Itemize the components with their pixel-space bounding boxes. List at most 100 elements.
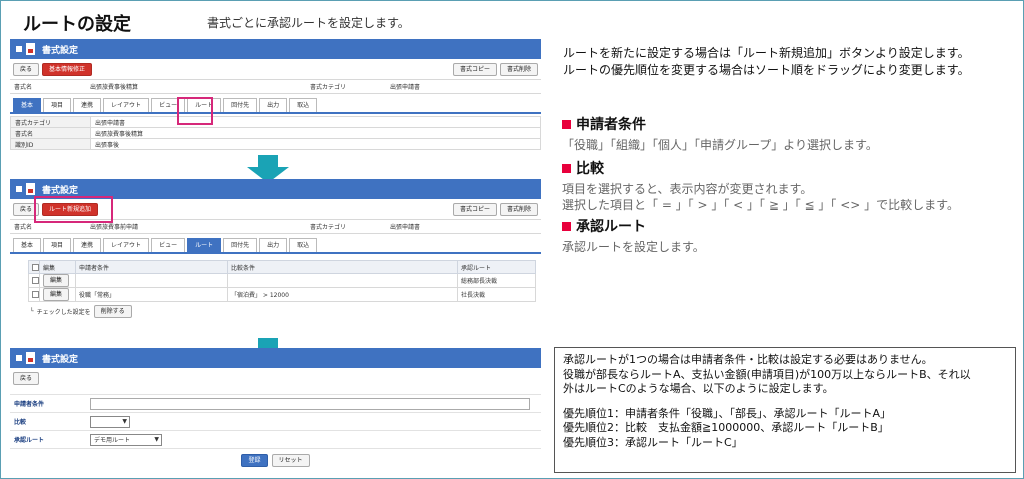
row-checkbox[interactable]: [32, 277, 39, 284]
section-text: 選択した項目と「 = 」「 > 」「 < 」「 ≧ 」「 ≦ 」「 <> 」で比…: [562, 198, 959, 212]
form-actions: 登録 リセット: [10, 454, 541, 467]
table-row[interactable]: 編集 役職「常務」 「宿泊費」 > 12000 社長決裁: [28, 287, 536, 302]
route-form-panel: 書式設定 戻る 申請者条件 比較 ▼ 承認ルート デモ用ルート ▼ 登録 リセット: [10, 348, 541, 472]
tab-output[interactable]: 出力: [259, 238, 288, 252]
note-box: 承認ルートが1つの場合は申請者条件・比較は設定する必要はありません。 役職が部長…: [554, 347, 1016, 473]
add-route-highlight: [34, 196, 113, 223]
tab-import[interactable]: 取込: [289, 98, 318, 112]
panel-header: 書式設定: [10, 39, 541, 59]
table-header-row: 編集 申請者条件 比較条件 承認ルート: [28, 260, 536, 274]
compare-select[interactable]: ▼: [90, 415, 130, 428]
tab-bar: 基本 項目 連携 レイアウト ビュー ルート 回付先 出力 取込: [10, 237, 541, 254]
square-icon: [16, 46, 22, 52]
category-label: 書式カテゴリ: [310, 224, 347, 231]
panel-header-title: 書式設定: [42, 354, 79, 365]
note-line: 承認ルートが1つの場合は申請者条件・比較は設定する必要はありません。: [563, 353, 933, 366]
format-settings-panel-1: 書式設定 戻る 基本情報修正 書式コピー 書式削除 書式名 出張旅費事後精算 書…: [10, 39, 541, 165]
route-form: 申請者条件 比較 ▼ 承認ルート デモ用ルート ▼ 登録 リセット: [10, 394, 541, 467]
document-icon: [26, 183, 35, 195]
tab-bar: 基本 項目 連携 レイアウト ビュー ルート 回付先 出力 取込: [10, 97, 541, 114]
document-icon: [26, 352, 35, 364]
note-line: 外はルートCのような場合、以下のように設定します。: [563, 382, 834, 395]
row-checkbox[interactable]: [32, 291, 39, 298]
section-title: 申請者条件: [576, 117, 646, 133]
intro-text: ルートを新たに設定する場合は「ルート新規追加」ボタンより設定します。 ルートの優…: [563, 45, 1013, 79]
bulk-action-row: └ チェックした設定を 削除する: [30, 305, 541, 318]
toolbar: 戻る 基本情報修正 書式コピー 書式削除: [10, 59, 541, 79]
table-row[interactable]: 編集 総務部長決裁: [28, 273, 536, 288]
intro-line: ルートを新たに設定する場合は「ルート新規追加」ボタンより設定します。: [563, 46, 970, 60]
column-header-compare: 比較条件: [227, 260, 458, 274]
reset-button[interactable]: リセット: [271, 454, 310, 467]
column-header-edit: 編集: [39, 260, 76, 274]
panel-header-title: 書式設定: [42, 45, 79, 56]
compare-row: 比較 ▼: [10, 413, 541, 431]
section-heading-compare: 比較: [562, 158, 1012, 178]
edit-row-button[interactable]: 編集: [43, 288, 70, 301]
category-value: 出張申請書: [390, 224, 421, 231]
format-name-label: 書式名: [14, 224, 33, 231]
square-icon: [16, 186, 22, 192]
back-button[interactable]: 戻る: [13, 371, 40, 385]
copy-format-button[interactable]: 書式コピー: [452, 202, 497, 216]
back-button[interactable]: 戻る: [13, 62, 40, 76]
explanation-sections: 申請者条件 「役職」「組織」「個人」「申請グループ」より選択します。 比較 項目…: [562, 114, 1012, 255]
tab-forward[interactable]: 回付先: [223, 98, 258, 112]
tab-link[interactable]: 連携: [73, 238, 102, 252]
applicant-condition-input[interactable]: [90, 397, 530, 410]
applicant-condition-row: 申請者条件: [10, 395, 541, 413]
register-button[interactable]: 登録: [241, 454, 268, 467]
section-heading-route: 承認ルート: [562, 216, 1012, 236]
applicant-cell: [75, 273, 228, 288]
delete-format-button[interactable]: 書式削除: [499, 62, 538, 76]
table-row: 書式名 出張旅費事後精算: [10, 127, 541, 139]
table-row: 識別ID 出張事後: [10, 138, 541, 150]
intro-line: ルートの優先順位を変更する場合はソート順をドラッグにより変更します。: [563, 63, 970, 77]
tab-basic[interactable]: 基本: [13, 98, 42, 112]
tab-route[interactable]: ルート: [187, 238, 222, 252]
tab-items[interactable]: 項目: [43, 98, 72, 112]
note-line: 役職が部長ならルートA、支払い金額(申請項目)が100万以上ならルートB、それ以: [563, 367, 971, 381]
category-label: 書式カテゴリ: [310, 84, 347, 91]
format-name-value: 出張旅費事前申請: [90, 224, 139, 231]
edit-row-button[interactable]: 編集: [43, 274, 70, 287]
tab-forward[interactable]: 回付先: [223, 238, 258, 252]
bullet-square-icon: [562, 119, 571, 129]
section-text: 項目を選択すると、表示内容が変更されます。: [562, 182, 813, 196]
tab-basic[interactable]: 基本: [13, 238, 42, 252]
tab-layout[interactable]: レイアウト: [103, 98, 150, 112]
page-title: ルートの設定: [23, 14, 131, 35]
tab-layout[interactable]: レイアウト: [103, 238, 150, 252]
column-header-route: 承認ルート: [457, 260, 536, 274]
row-select-cell: [28, 287, 40, 302]
tab-items[interactable]: 項目: [43, 238, 72, 252]
select-all-checkbox[interactable]: [32, 263, 39, 271]
note-line: 優先順位3：承認ルート「ルートC」: [563, 435, 743, 449]
detail-value: 出張事後: [90, 138, 541, 150]
section-title: 承認ルート: [576, 219, 646, 235]
tab-link[interactable]: 連携: [73, 98, 102, 112]
compare-cell: [227, 273, 458, 288]
note-spacer: [563, 397, 1007, 407]
page: ルートの設定 書式ごとに承認ルートを設定します。 書式設定 戻る 基本情報修正 …: [0, 0, 1024, 479]
edit-basic-info-button[interactable]: 基本情報修正: [42, 62, 93, 76]
applicant-cell: 役職「常務」: [75, 287, 228, 302]
format-name-label: 書式名: [14, 84, 33, 91]
approval-route-select[interactable]: デモ用ルート ▼: [90, 433, 162, 446]
chevron-down-icon: ▼: [154, 436, 159, 443]
checked-label: チェックした設定を: [36, 309, 91, 316]
panel-header-title: 書式設定: [42, 185, 79, 196]
note-line: 優先順位2：比較 支払金額≧1000000、承認ルート「ルートB」: [563, 421, 889, 434]
arrow-stem: [258, 155, 278, 167]
note-line: 優先順位1：申請者条件「役職」、「部長」、承認ルート「ルートA」: [563, 406, 892, 420]
detail-value: 出張旅費事後精算: [90, 127, 541, 139]
tab-view[interactable]: ビュー: [151, 238, 186, 252]
tab-output[interactable]: 出力: [259, 98, 288, 112]
applicant-condition-label: 申請者条件: [14, 401, 45, 408]
copy-format-button[interactable]: 書式コピー: [452, 62, 497, 76]
delete-format-button[interactable]: 書式削除: [499, 202, 538, 216]
bulk-delete-button[interactable]: 削除する: [93, 305, 132, 318]
corner-arrow-icon: └: [30, 308, 34, 315]
tab-import[interactable]: 取込: [289, 238, 318, 252]
section-heading-applicant: 申請者条件: [562, 114, 1012, 134]
